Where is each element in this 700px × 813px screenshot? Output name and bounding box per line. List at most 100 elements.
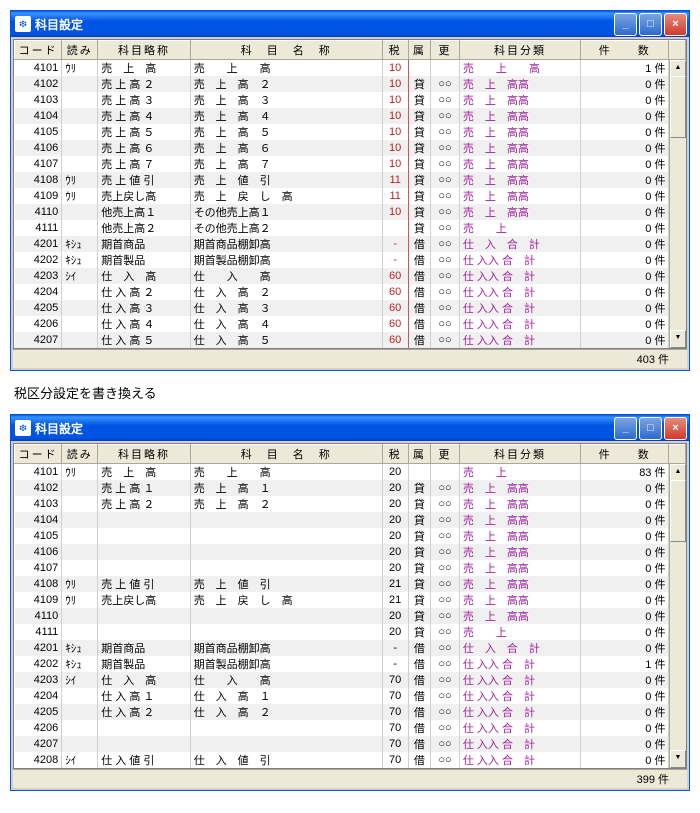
- cell-code[interactable]: 4104: [15, 512, 62, 528]
- table-row[interactable]: 4106売 上 高 ６売 上 高 ６10貸○○売 上 高高0 件: [15, 140, 686, 156]
- cell-abbr[interactable]: 売 上 値 引: [98, 172, 190, 188]
- cell-read[interactable]: [62, 688, 98, 704]
- cell-code[interactable]: 4101: [15, 464, 62, 481]
- cell-attr[interactable]: 貸: [408, 512, 431, 528]
- scroll-thumb[interactable]: [670, 76, 686, 138]
- cell-name[interactable]: [190, 720, 382, 736]
- table-row[interactable]: 4102売 上 高 １売 上 高 １20貸○○売 上 高高0 件: [15, 480, 686, 496]
- cell-count[interactable]: 0 件: [581, 140, 669, 156]
- table-row[interactable]: 411020貸○○売 上 高高0 件: [15, 608, 686, 624]
- col-read[interactable]: 読み: [62, 445, 98, 464]
- cell-upd[interactable]: ○○: [431, 92, 460, 108]
- cell-abbr[interactable]: 仕 入 高 ２: [98, 704, 190, 720]
- cell-upd[interactable]: ○○: [431, 624, 460, 640]
- cell-count[interactable]: 0 件: [581, 124, 669, 140]
- cell-attr[interactable]: 借: [408, 268, 431, 284]
- cell-attr[interactable]: 借: [408, 688, 431, 704]
- cell-attr[interactable]: 借: [408, 284, 431, 300]
- cell-tax[interactable]: 20: [382, 496, 408, 512]
- cell-upd[interactable]: ○○: [431, 140, 460, 156]
- cell-name[interactable]: 売 上 高 ６: [190, 140, 382, 156]
- cell-name[interactable]: 仕 入 高 ３: [190, 300, 382, 316]
- cell-count[interactable]: 0 件: [581, 76, 669, 92]
- cell-category[interactable]: 売 上: [459, 624, 580, 640]
- cell-tax[interactable]: 60: [382, 316, 408, 332]
- cell-upd[interactable]: ○○: [431, 688, 460, 704]
- cell-count[interactable]: 0 件: [581, 188, 669, 204]
- cell-count[interactable]: 0 件: [581, 252, 669, 268]
- cell-tax[interactable]: 10: [382, 108, 408, 124]
- cell-upd[interactable]: ○○: [431, 480, 460, 496]
- cell-attr[interactable]: 借: [408, 300, 431, 316]
- cell-upd[interactable]: ○○: [431, 544, 460, 560]
- cell-attr[interactable]: 貸: [408, 156, 431, 172]
- cell-count[interactable]: 0 件: [581, 284, 669, 300]
- cell-upd[interactable]: ○○: [431, 124, 460, 140]
- cell-upd[interactable]: ○○: [431, 156, 460, 172]
- cell-upd[interactable]: ○○: [431, 316, 460, 332]
- cell-name[interactable]: 仕 入 高 ５: [190, 332, 382, 348]
- cell-attr[interactable]: 貸: [408, 528, 431, 544]
- cell-abbr[interactable]: 仕 入 高: [98, 268, 190, 284]
- cell-attr[interactable]: 借: [408, 316, 431, 332]
- cell-category[interactable]: 売 上 高高: [459, 172, 580, 188]
- col-upd[interactable]: 更: [431, 445, 460, 464]
- cell-read[interactable]: [62, 108, 98, 124]
- cell-attr[interactable]: 貸: [408, 188, 431, 204]
- cell-upd[interactable]: ○○: [431, 672, 460, 688]
- cell-code[interactable]: 4208: [15, 752, 62, 768]
- col-upd[interactable]: 更: [431, 41, 460, 60]
- cell-name[interactable]: [190, 528, 382, 544]
- cell-code[interactable]: 4201: [15, 236, 62, 252]
- cell-abbr[interactable]: [98, 512, 190, 528]
- cell-category[interactable]: 売 上 高高: [459, 92, 580, 108]
- col-category[interactable]: 科目分類: [459, 41, 580, 60]
- cell-read[interactable]: [62, 220, 98, 236]
- cell-code[interactable]: 4204: [15, 688, 62, 704]
- table-row[interactable]: 4110他売上高１その他売上高１10貸○○売 上 高高0 件: [15, 204, 686, 220]
- cell-upd[interactable]: ○○: [431, 172, 460, 188]
- cell-count[interactable]: 0 件: [581, 496, 669, 512]
- cell-upd[interactable]: ○○: [431, 752, 460, 768]
- cell-abbr[interactable]: 仕 入 高 ３: [98, 300, 190, 316]
- cell-count[interactable]: 0 件: [581, 592, 669, 608]
- cell-upd[interactable]: ○○: [431, 268, 460, 284]
- cell-abbr[interactable]: 売 上 高 ４: [98, 108, 190, 124]
- cell-name[interactable]: 売 上 高: [190, 464, 382, 481]
- maximize-button[interactable]: □: [639, 13, 662, 36]
- cell-name[interactable]: 売 上 高 ５: [190, 124, 382, 140]
- cell-read[interactable]: [62, 624, 98, 640]
- cell-read[interactable]: ｷｼｭ: [62, 252, 98, 268]
- cell-code[interactable]: 4107: [15, 156, 62, 172]
- cell-category[interactable]: 仕 入入 合 計: [459, 656, 580, 672]
- cell-category[interactable]: 売 上 高高: [459, 108, 580, 124]
- col-name[interactable]: 科 目 名 称: [190, 445, 382, 464]
- cell-attr[interactable]: 借: [408, 252, 431, 268]
- table-row[interactable]: 410620貸○○売 上 高高0 件: [15, 544, 686, 560]
- table-row[interactable]: 4108ｳﾘ売 上 値 引売 上 値 引11貸○○売 上 高高0 件: [15, 172, 686, 188]
- table-row[interactable]: 4105売 上 高 ５売 上 高 ５10貸○○売 上 高高0 件: [15, 124, 686, 140]
- cell-code[interactable]: 4203: [15, 672, 62, 688]
- cell-upd[interactable]: [431, 464, 460, 481]
- data-grid[interactable]: コード 読み 科目略称 科 目 名 称 税 属 更 科目分類 件 数 4101ｳ…: [14, 40, 686, 348]
- table-row[interactable]: 411120貸○○売 上0 件: [15, 624, 686, 640]
- cell-tax[interactable]: -: [382, 236, 408, 252]
- cell-read[interactable]: ｼｲ: [62, 268, 98, 284]
- cell-count[interactable]: 0 件: [581, 512, 669, 528]
- cell-read[interactable]: ｼｲ: [62, 752, 98, 768]
- cell-upd[interactable]: ○○: [431, 252, 460, 268]
- col-code[interactable]: コード: [15, 445, 62, 464]
- table-row[interactable]: 4109ｳﾘ売上戻し高売 上 戻 し 高21貸○○売 上 高高0 件: [15, 592, 686, 608]
- cell-category[interactable]: 売 上 高高: [459, 496, 580, 512]
- cell-tax[interactable]: 11: [382, 188, 408, 204]
- cell-abbr[interactable]: 仕 入 高 ４: [98, 316, 190, 332]
- cell-code[interactable]: 4102: [15, 76, 62, 92]
- cell-abbr[interactable]: 売 上 高 ５: [98, 124, 190, 140]
- cell-abbr[interactable]: [98, 624, 190, 640]
- cell-read[interactable]: [62, 512, 98, 528]
- table-row[interactable]: 4109ｳﾘ売上戻し高売 上 戻 し 高11貸○○売 上 高高0 件: [15, 188, 686, 204]
- cell-read[interactable]: [62, 608, 98, 624]
- cell-upd[interactable]: ○○: [431, 576, 460, 592]
- cell-attr[interactable]: 貸: [408, 172, 431, 188]
- cell-category[interactable]: 売 上 高高: [459, 480, 580, 496]
